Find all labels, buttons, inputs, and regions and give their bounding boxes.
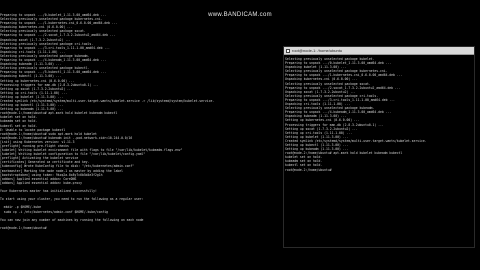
terminal-icon: [286, 48, 290, 53]
bandicam-watermark: www.BANDICAM.com: [208, 12, 272, 18]
terminal-secondary[interactable]: Selecting previously unselected package …: [285, 57, 472, 247]
terminal-main[interactable]: Preparing to unpack .../0-kubelet_1.11.3…: [0, 13, 285, 263]
terminal-line: root@node-1:/home/ubuntu#: [0, 225, 49, 230]
window-title: root@node-1: /home/ubuntu: [292, 48, 343, 53]
terminal-window-node-1[interactable]: root@node-1: /home/ubuntu Selecting prev…: [283, 46, 475, 248]
window-titlebar[interactable]: root@node-1: /home/ubuntu: [284, 47, 474, 55]
terminal-line: root@node-2:/home/ubuntu#: [285, 167, 334, 172]
